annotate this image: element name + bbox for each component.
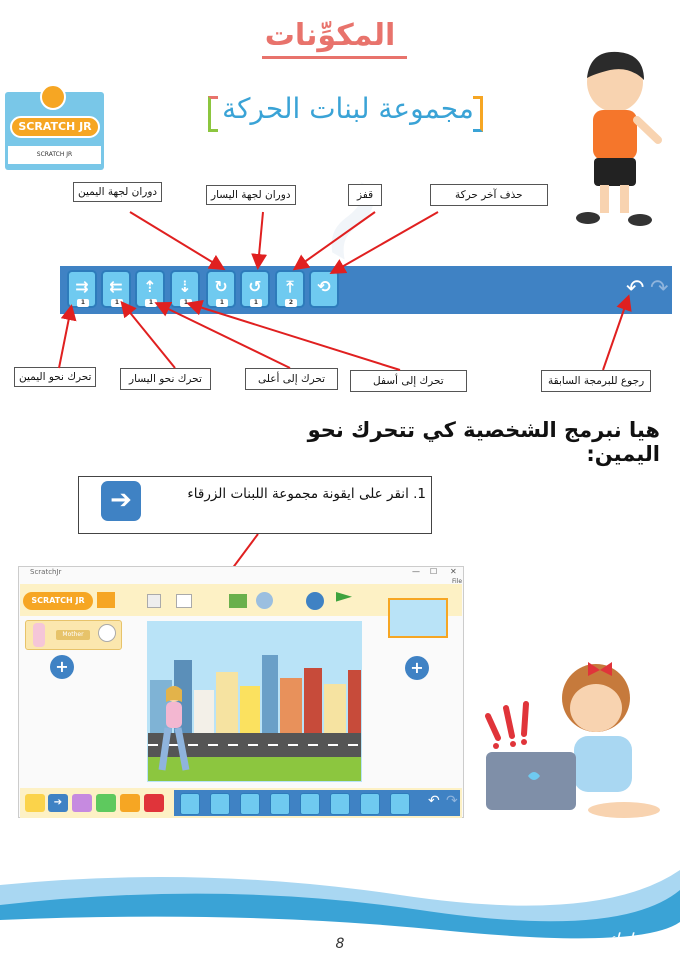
text-icon[interactable] — [256, 592, 273, 609]
motion-category-icon[interactable]: ➔ — [48, 794, 68, 812]
author-signature: بارك مجوبي — [548, 930, 639, 951]
character-thumbnail — [33, 623, 45, 647]
end-category-icon[interactable] — [144, 794, 164, 812]
move-left-block[interactable] — [210, 793, 230, 815]
turn-right-block[interactable] — [300, 793, 320, 815]
home-icon[interactable] — [97, 592, 115, 608]
turn-left-block[interactable] — [330, 793, 350, 815]
step-text: 1. انقر على ايقونة مجموعة اللبنات الزرقا… — [187, 486, 426, 502]
maximize-icon[interactable]: ☐ — [430, 567, 437, 576]
mother-character[interactable] — [156, 684, 196, 776]
undo-icon[interactable]: ↶ — [428, 793, 440, 809]
minimize-icon[interactable]: — — [412, 567, 420, 576]
paint-brush-icon[interactable] — [98, 624, 116, 642]
scene-thumbnail[interactable] — [388, 598, 448, 638]
arrow-right-icon: ➔ — [101, 481, 141, 521]
redo-icon[interactable]: ↷ — [446, 793, 458, 809]
window-title: ScratchJr — [30, 568, 62, 576]
close-icon[interactable]: ✕ — [450, 567, 457, 576]
looks-category-icon[interactable] — [72, 794, 92, 812]
move-up-block[interactable] — [240, 793, 260, 815]
character-name: Mother — [56, 630, 90, 640]
grid-icon[interactable] — [176, 594, 192, 608]
triggering-category-icon[interactable] — [25, 794, 45, 812]
app-logo: SCRATCH JR — [23, 592, 93, 610]
reset-block[interactable] — [390, 793, 410, 815]
background-icon[interactable] — [229, 594, 247, 608]
hop-block[interactable] — [360, 793, 380, 815]
fullscreen-icon[interactable] — [147, 594, 161, 608]
reset-icon[interactable] — [306, 592, 324, 610]
section-heading: هيا نبرمج الشخصية كي تتحرك نحو اليمين: — [307, 418, 660, 466]
sound-category-icon[interactable] — [96, 794, 116, 812]
move-right-block[interactable] — [180, 793, 200, 815]
add-character-button[interactable]: + — [50, 655, 74, 679]
page-number: 8 — [335, 936, 345, 952]
control-category-icon[interactable] — [120, 794, 140, 812]
add-scene-button[interactable]: + — [405, 656, 429, 680]
move-down-block[interactable] — [270, 793, 290, 815]
girl-illustration — [485, 662, 660, 818]
